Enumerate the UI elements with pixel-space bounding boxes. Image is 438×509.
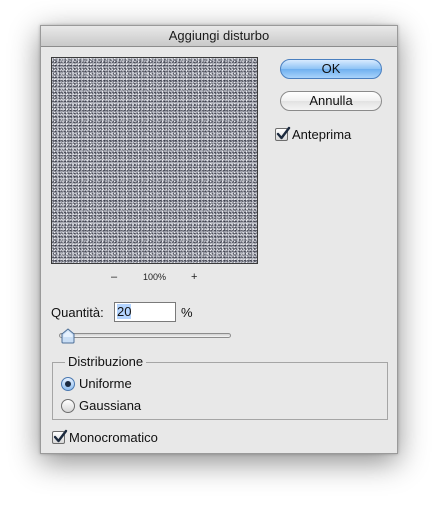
dialog-title: Aggiungi disturbo <box>41 26 397 47</box>
zoom-level: 100% <box>143 272 167 282</box>
checkmark-icon <box>276 126 291 140</box>
gaussian-radio[interactable] <box>61 399 75 413</box>
quantity-input[interactable]: 20 <box>114 302 176 322</box>
distribution-title: Distribuzione <box>65 354 147 369</box>
quantity-slider-track[interactable] <box>59 333 231 338</box>
preview-zoom-controls: – 100% + <box>51 270 258 284</box>
uniform-radio[interactable] <box>61 377 75 391</box>
quantity-label: Quantità: <box>51 305 104 320</box>
checkmark-icon <box>53 429 68 443</box>
preview-checkbox[interactable] <box>275 126 291 141</box>
zoom-in-button[interactable]: + <box>191 270 197 284</box>
ok-button[interactable]: OK <box>280 59 382 79</box>
quantity-unit: % <box>181 305 193 320</box>
uniform-radio-label[interactable]: Uniforme <box>79 376 132 391</box>
monochromatic-checkbox[interactable] <box>52 429 68 444</box>
cancel-button[interactable]: Annulla <box>280 91 382 111</box>
quantity-value: 20 <box>117 304 132 319</box>
slider-thumb-icon[interactable] <box>60 328 76 344</box>
noise-preview-image[interactable] <box>51 57 258 264</box>
monochromatic-checkbox-label[interactable]: Monocromatico <box>69 430 158 445</box>
add-noise-dialog: Aggiungi disturbo – 100% + OK Annulla An… <box>40 25 398 454</box>
noise-texture <box>52 58 257 263</box>
zoom-out-button[interactable]: – <box>111 270 117 284</box>
screen: Aggiungi disturbo – 100% + OK Annulla An… <box>0 0 438 509</box>
preview-checkbox-label[interactable]: Anteprima <box>292 127 351 142</box>
gaussian-radio-label[interactable]: Gaussiana <box>79 398 141 413</box>
